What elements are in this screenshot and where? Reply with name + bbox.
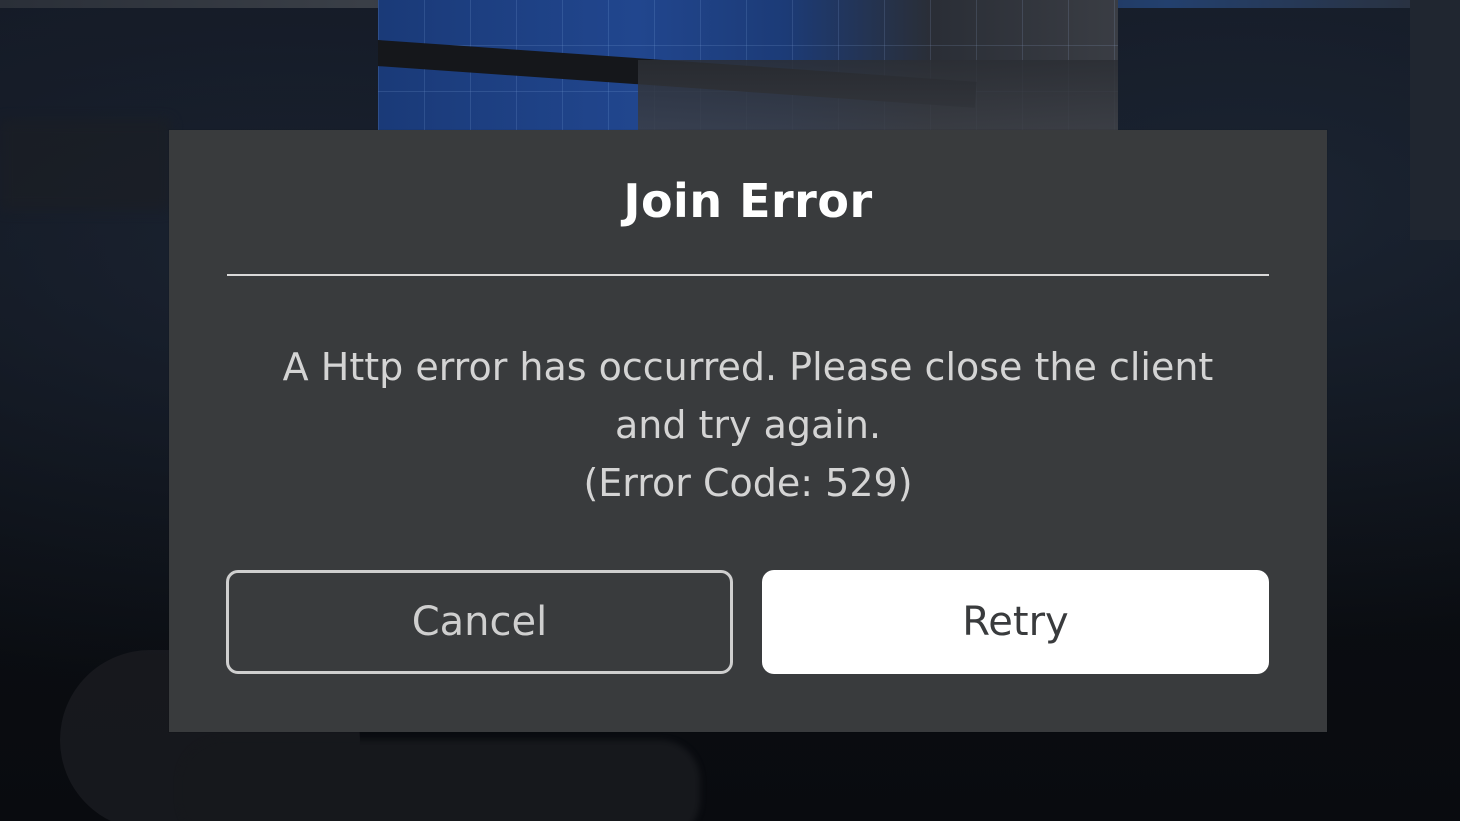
- background-game-scene: [378, 0, 1118, 132]
- cancel-button[interactable]: Cancel: [226, 570, 733, 674]
- dialog-title: Join Error: [623, 174, 873, 228]
- scene-structure: [638, 60, 1118, 130]
- background-blur-left: [0, 120, 170, 210]
- error-message-line-1: A Http error has occurred. Please close …: [282, 345, 1214, 389]
- retry-button[interactable]: Retry: [762, 570, 1269, 674]
- game-background: Join Error A Http error has occurred. Pl…: [0, 0, 1460, 821]
- error-code: (Error Code: 529): [583, 461, 913, 505]
- join-error-dialog: Join Error A Http error has occurred. Pl…: [169, 130, 1327, 732]
- error-message: A Http error has occurred. Please close …: [227, 338, 1269, 512]
- background-blur-bottom: [180, 740, 700, 821]
- dialog-divider: [227, 274, 1269, 276]
- error-message-line-2: and try again.: [614, 403, 882, 447]
- background-right-panel: [1410, 0, 1460, 240]
